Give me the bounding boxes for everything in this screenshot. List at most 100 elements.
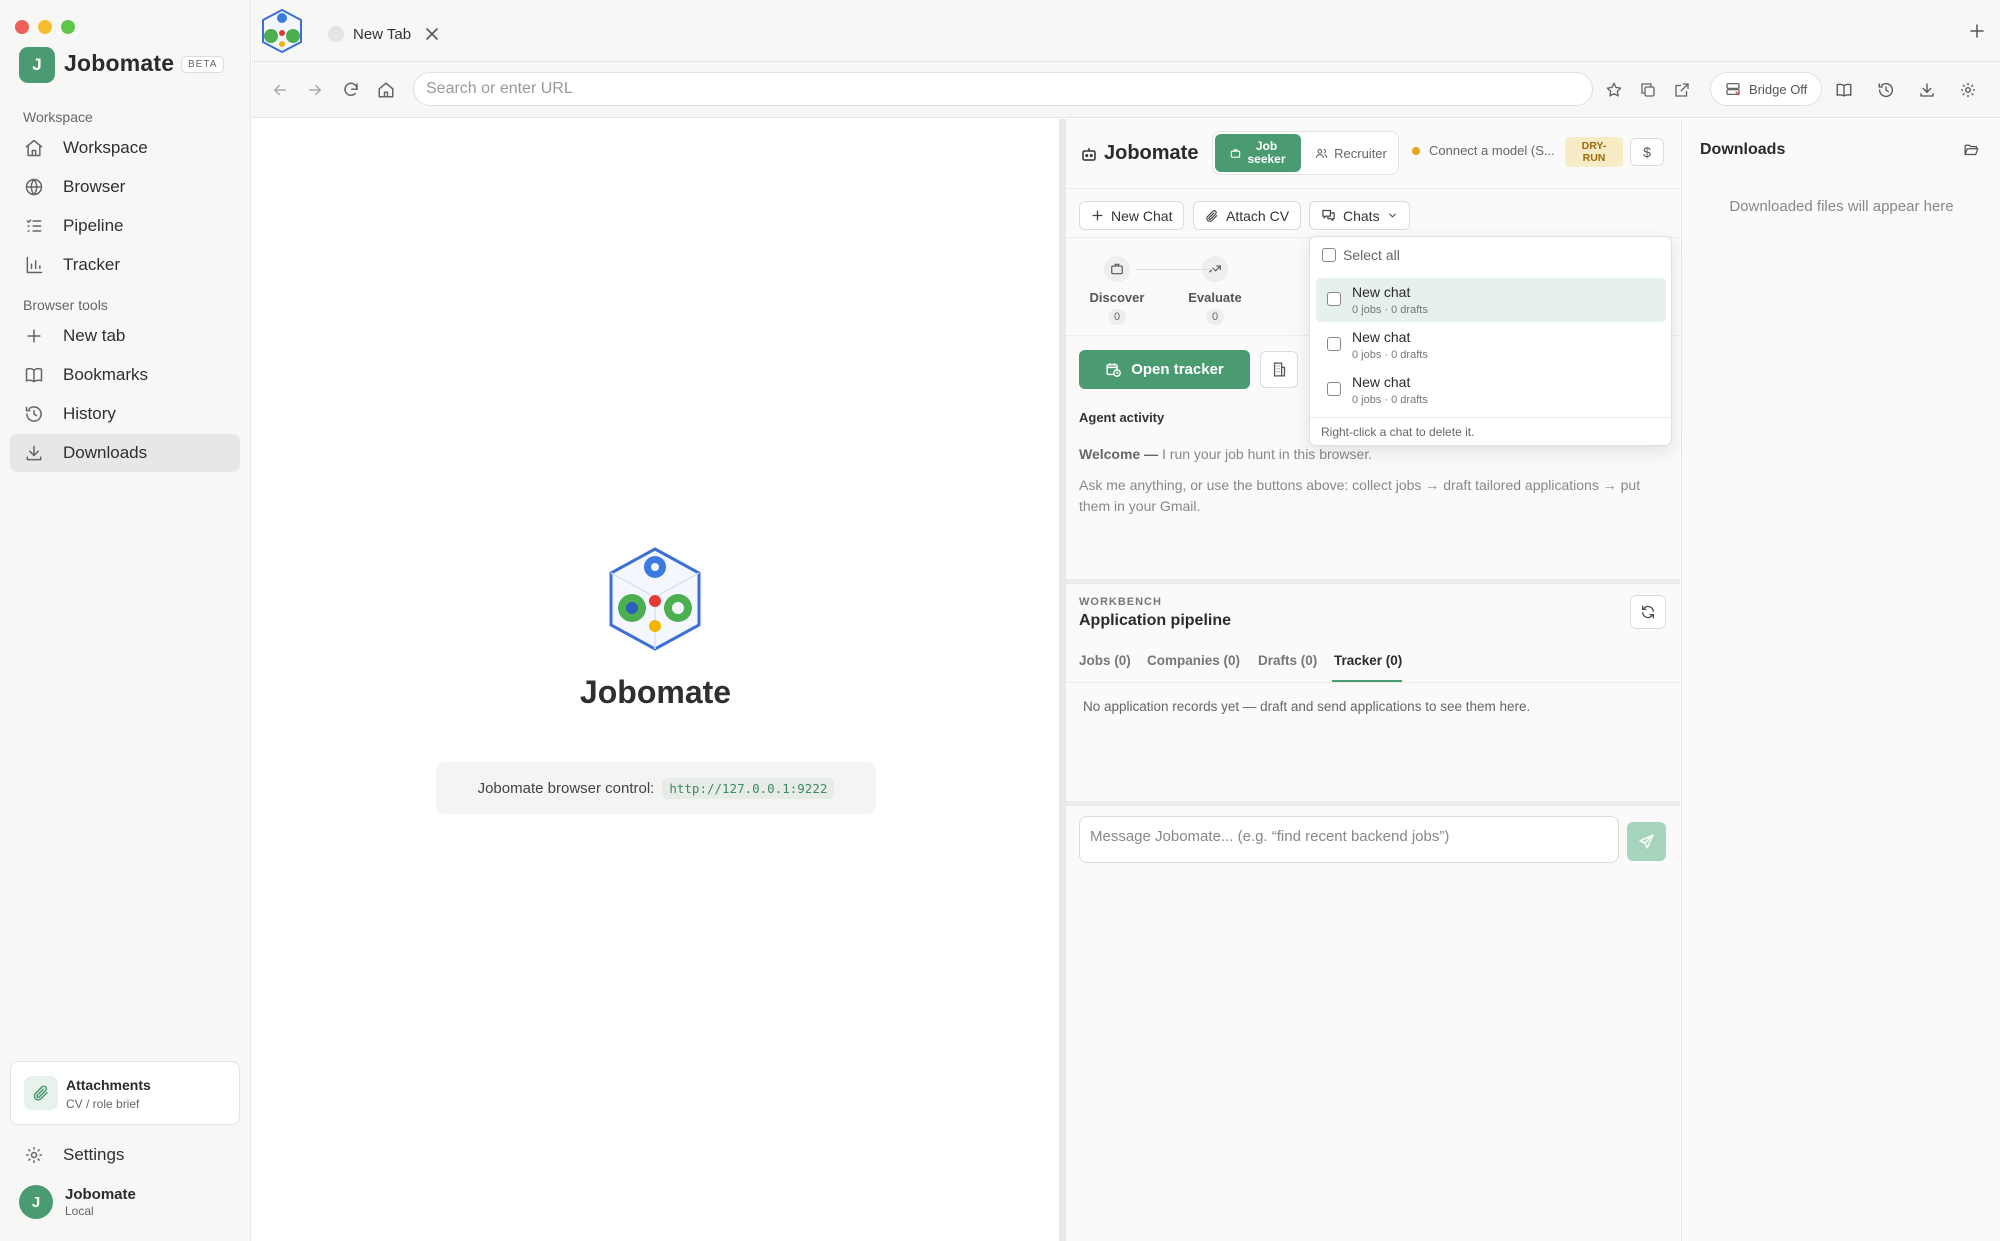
- browser-control-info: Jobomate browser control: http://127.0.0…: [436, 762, 876, 814]
- mode-recruiter-label: Recruiter: [1334, 145, 1387, 161]
- divider: [1066, 801, 1680, 806]
- model-status[interactable]: Connect a model (S...: [1412, 143, 1555, 158]
- copy-url-button[interactable]: [1634, 76, 1662, 104]
- tab-tracker[interactable]: Tracker (0): [1334, 653, 1402, 668]
- model-status-text: Connect a model (S...: [1429, 143, 1555, 158]
- home-button[interactable]: [372, 76, 400, 104]
- beta-badge: BETA: [181, 56, 225, 73]
- sidebar-item-label: Bookmarks: [63, 365, 149, 384]
- arrow-right-icon: [309, 84, 322, 96]
- users-icon: [1315, 148, 1328, 158]
- settings-button[interactable]: [1954, 76, 1982, 104]
- star-icon: [1606, 82, 1622, 97]
- select-all-checkbox[interactable]: [1322, 248, 1336, 262]
- stage-evaluate[interactable]: Evaluate 0: [1175, 256, 1255, 325]
- chat-name: New chat: [1352, 284, 1411, 300]
- sidebar-item-pipeline[interactable]: Pipeline: [10, 207, 240, 245]
- attachments-subtitle: CV / role brief: [66, 1097, 140, 1111]
- tab-drafts[interactable]: Drafts (0): [1258, 653, 1317, 668]
- mode-recruiter[interactable]: Recruiter: [1305, 134, 1397, 172]
- sidebar-item-label: Browser: [63, 177, 126, 196]
- user-subtitle: Local: [65, 1204, 94, 1218]
- intro-message: Ask me anything, or use the buttons abov…: [1079, 477, 1641, 514]
- sidebar-item-downloads[interactable]: Downloads: [10, 434, 240, 472]
- calendar-clock-icon: [1106, 363, 1122, 377]
- window-zoom-dot[interactable]: [61, 20, 75, 34]
- divider: [1066, 579, 1680, 584]
- window-close-dot[interactable]: [15, 20, 29, 34]
- app-cube-logo[interactable]: [260, 8, 304, 54]
- agent-activity-label: Agent activity: [1079, 410, 1165, 425]
- stage-discover[interactable]: Discover 0: [1077, 256, 1157, 325]
- chat-checkbox[interactable]: [1327, 382, 1341, 396]
- message-input[interactable]: Message Jobomate... (e.g. “find recent b…: [1079, 816, 1619, 863]
- cost-button[interactable]: $: [1630, 138, 1664, 166]
- brand-logo: J: [19, 47, 55, 83]
- chat-checkbox[interactable]: [1327, 337, 1341, 351]
- paperclip-icon: [1206, 209, 1218, 222]
- chats-dropdown-menu: Select all New chat 0 jobs · 0 drafts Ne…: [1309, 236, 1672, 446]
- companies-button[interactable]: [1260, 351, 1298, 388]
- refresh-icon: [1642, 605, 1654, 619]
- folder-open-icon[interactable]: [1963, 141, 1980, 158]
- attach-cv-label: Attach CV: [1226, 207, 1290, 224]
- welcome-text: I run your job hunt in this browser.: [1162, 446, 1373, 462]
- sidebar-item-new-tab[interactable]: New tab: [10, 317, 240, 355]
- agent-title: Jobomate: [1104, 142, 1199, 164]
- tab-companies[interactable]: Companies (0): [1147, 653, 1240, 668]
- forward-button[interactable]: [301, 76, 329, 104]
- gear-icon: [1960, 82, 1976, 98]
- open-tracker-button[interactable]: Open tracker: [1079, 350, 1250, 389]
- mode-job-seeker[interactable]: Job seeker: [1215, 134, 1301, 172]
- url-bar[interactable]: Search or enter URL: [413, 72, 1593, 106]
- downloads-button[interactable]: [1913, 76, 1941, 104]
- plus-icon: [27, 329, 41, 343]
- divider: [1066, 682, 1680, 683]
- history-button[interactable]: [1872, 76, 1900, 104]
- sidebar-item-settings[interactable]: Settings: [10, 1136, 240, 1174]
- browser-control-url: http://127.0.0.1:9222: [662, 777, 835, 799]
- chevron-down-icon: [1388, 213, 1396, 218]
- bookmark-star-button[interactable]: [1600, 76, 1628, 104]
- chats-dropdown-button[interactable]: Chats: [1309, 201, 1410, 230]
- sidebar-item-label: Pipeline: [63, 216, 124, 235]
- chat-item[interactable]: New chat 0 jobs · 0 drafts: [1316, 368, 1666, 412]
- open-tracker-label: Open tracker: [1131, 361, 1224, 378]
- chat-item[interactable]: New chat 0 jobs · 0 drafts: [1316, 323, 1666, 367]
- tab-bar: New Tab: [252, 0, 2000, 62]
- back-button[interactable]: [266, 76, 294, 104]
- panel-splitter[interactable]: [1059, 119, 1066, 1241]
- stage-count: 0: [1205, 309, 1225, 325]
- building-icon: [1273, 362, 1285, 377]
- select-all-label[interactable]: Select all: [1343, 247, 1400, 263]
- avatar[interactable]: J: [19, 1185, 53, 1219]
- sidebar-item-tracker[interactable]: Tracker: [10, 246, 240, 284]
- external-link-icon: [1675, 83, 1689, 97]
- open-external-button[interactable]: [1668, 76, 1696, 104]
- sidebar-item-history[interactable]: History: [10, 395, 240, 433]
- send-button[interactable]: [1627, 822, 1666, 861]
- reload-icon: [344, 82, 358, 97]
- new-chat-button[interactable]: New Chat: [1079, 201, 1185, 230]
- sidebar-item-bookmarks[interactable]: Bookmarks: [10, 356, 240, 394]
- new-tab-plus-icon[interactable]: [1970, 24, 1984, 38]
- sidebar-item-browser[interactable]: Browser: [10, 168, 240, 206]
- chat-item[interactable]: New chat 0 jobs · 0 drafts: [1316, 278, 1666, 322]
- reader-button[interactable]: [1830, 76, 1858, 104]
- bridge-toggle[interactable]: Bridge Off: [1710, 72, 1822, 106]
- sidebar-item-workspace[interactable]: Workspace: [10, 129, 240, 167]
- tab-jobs[interactable]: Jobs (0): [1079, 653, 1131, 668]
- close-icon[interactable]: [425, 27, 439, 41]
- window-minimize-dot[interactable]: [38, 20, 52, 34]
- attachments-card[interactable]: Attachments CV / role brief: [10, 1061, 240, 1125]
- chats-icon: [1322, 209, 1335, 222]
- brand-name: Jobomate: [64, 50, 175, 76]
- chat-checkbox[interactable]: [1327, 292, 1341, 306]
- reload-button[interactable]: [337, 76, 365, 104]
- browser-control-label: Jobomate browser control:: [477, 779, 655, 797]
- user-name: Jobomate: [65, 1186, 136, 1203]
- refresh-button[interactable]: [1630, 595, 1666, 629]
- attach-cv-button[interactable]: Attach CV: [1193, 201, 1302, 230]
- dry-run-label: DRY-RUN: [1581, 140, 1607, 164]
- active-tab-indicator: [1332, 680, 1402, 682]
